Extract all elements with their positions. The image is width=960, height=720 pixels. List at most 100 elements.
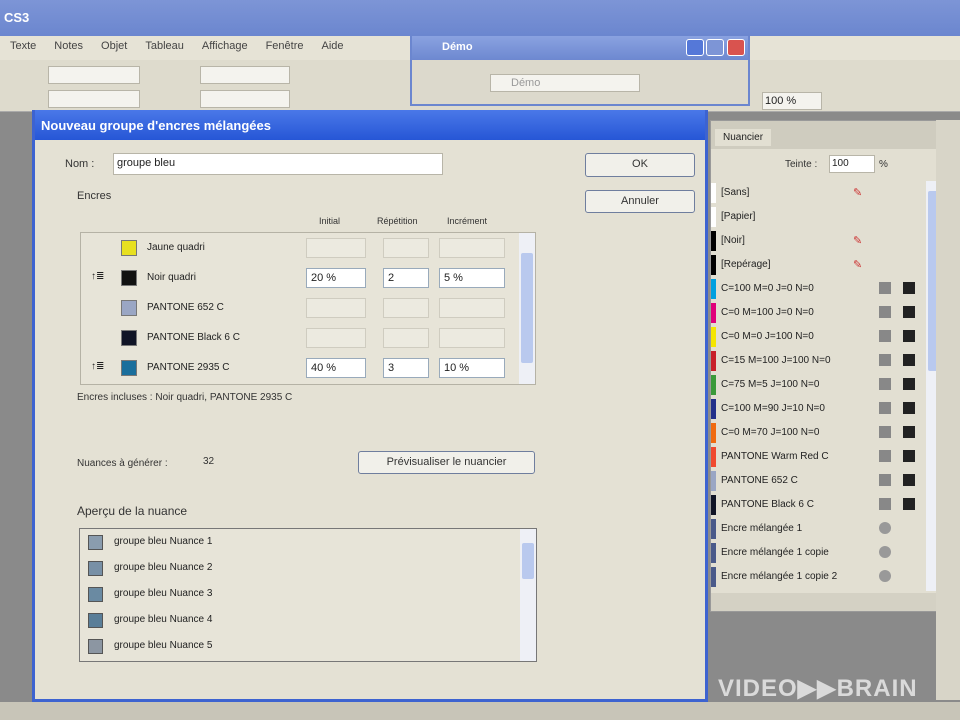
swatch-color bbox=[711, 471, 716, 491]
swatch-list: [Sans] ✎ [Papier] [Noir] ✎ [Repérage] ✎ C=100 M… bbox=[711, 181, 944, 591]
ink-name: Noir quadri bbox=[147, 272, 196, 283]
swatch-item[interactable]: [Papier] bbox=[711, 205, 931, 229]
swatch-color bbox=[711, 255, 716, 275]
ink-initial-field[interactable] bbox=[306, 238, 366, 258]
width-field[interactable] bbox=[200, 66, 290, 84]
menu-texte[interactable]: Texte bbox=[10, 40, 36, 56]
cmyk-icon bbox=[903, 426, 915, 438]
process-icon bbox=[879, 474, 891, 486]
swatch-item[interactable]: Encre mélangée 1 copie bbox=[711, 541, 931, 565]
cancel-button[interactable]: Annuler bbox=[585, 190, 695, 213]
preview-scrollbar[interactable] bbox=[520, 529, 536, 661]
swatch-item[interactable]: C=0 M=0 J=100 N=0 bbox=[711, 325, 931, 349]
path-dropdown[interactable]: Démo bbox=[490, 74, 640, 92]
scroll-thumb[interactable] bbox=[522, 543, 534, 579]
swatch-name: [Repérage] bbox=[721, 259, 771, 270]
preview-name: groupe bleu Nuance 4 bbox=[114, 614, 213, 625]
menu-notes[interactable]: Notes bbox=[54, 40, 83, 56]
process-icon bbox=[879, 354, 891, 366]
swatch-item[interactable]: [Noir] ✎ bbox=[711, 229, 931, 253]
ink-increment-field[interactable]: 10 % bbox=[439, 358, 505, 378]
preview-swatches-button[interactable]: Prévisualiser le nuancier bbox=[358, 451, 535, 474]
height-field[interactable] bbox=[200, 90, 290, 108]
ink-initial-field[interactable] bbox=[306, 298, 366, 318]
swatch-item[interactable]: C=75 M=5 J=100 N=0 bbox=[711, 373, 931, 397]
ink-row[interactable]: PANTONE Black 6 C bbox=[81, 323, 521, 353]
ink-initial-field[interactable]: 40 % bbox=[306, 358, 366, 378]
mixed-ink-group-dialog: Nouveau groupe d'encres mélangées Nom : … bbox=[32, 110, 708, 702]
ink-initial-field[interactable] bbox=[306, 328, 366, 348]
swatch-item[interactable]: PANTONE Warm Red C bbox=[711, 445, 931, 469]
swatch-item[interactable]: PANTONE 652 C bbox=[711, 469, 931, 493]
ink-repeat-field[interactable] bbox=[383, 328, 429, 348]
swatch-item[interactable]: C=15 M=100 J=100 N=0 bbox=[711, 349, 931, 373]
swatch-name: C=0 M=100 J=0 N=0 bbox=[721, 307, 814, 318]
swatch-item[interactable]: C=100 M=90 J=10 N=0 bbox=[711, 397, 931, 421]
swatch-item[interactable]: [Repérage] ✎ bbox=[711, 253, 931, 277]
swatch-item[interactable]: [Sans] ✎ bbox=[711, 181, 931, 205]
menu-affichage[interactable]: Affichage bbox=[202, 40, 248, 56]
ink-row[interactable]: Jaune quadri bbox=[81, 233, 521, 263]
ink-row[interactable]: ↑≣ Noir quadri 20 % 2 5 % bbox=[81, 263, 521, 293]
preview-swatch bbox=[88, 587, 103, 602]
swatch-color bbox=[711, 423, 716, 443]
process-icon bbox=[879, 498, 891, 510]
menu-tableau[interactable]: Tableau bbox=[145, 40, 184, 56]
minimize-button[interactable] bbox=[686, 39, 704, 56]
ink-increment-field[interactable] bbox=[439, 238, 505, 258]
swatch-color bbox=[711, 519, 716, 539]
maximize-button[interactable] bbox=[706, 39, 724, 56]
ink-checkbox[interactable] bbox=[91, 331, 103, 345]
mini-bridge-window: Démo Démo bbox=[410, 34, 750, 106]
ink-increment-field[interactable] bbox=[439, 298, 505, 318]
ink-row[interactable]: PANTONE 652 C bbox=[81, 293, 521, 323]
cmyk-icon bbox=[903, 378, 915, 390]
x-field[interactable] bbox=[48, 66, 140, 84]
tint-input[interactable]: 100 bbox=[829, 155, 875, 173]
cmyk-icon bbox=[903, 498, 915, 510]
ink-row[interactable]: ↑≣ PANTONE 2935 C 40 % 3 10 % bbox=[81, 353, 521, 383]
ink-repeat-field[interactable]: 2 bbox=[383, 268, 429, 288]
ink-checkbox[interactable]: ↑≣ bbox=[91, 361, 104, 375]
ink-name: PANTONE 652 C bbox=[147, 302, 224, 313]
ink-checkbox[interactable]: ↑≣ bbox=[91, 271, 104, 285]
dialog-title: Nouveau groupe d'encres mélangées bbox=[35, 110, 705, 140]
swatch-item[interactable]: C=0 M=70 J=100 N=0 bbox=[711, 421, 931, 445]
menu-fenetre[interactable]: Fenêtre bbox=[266, 40, 304, 56]
swatch-name: [Noir] bbox=[721, 235, 745, 246]
app-title-bar: CS3 bbox=[0, 0, 960, 36]
swatch-item[interactable]: C=0 M=100 J=0 N=0 bbox=[711, 301, 931, 325]
swatch-name: Encre mélangée 1 copie 2 bbox=[721, 571, 838, 582]
menu-aide[interactable]: Aide bbox=[321, 40, 343, 56]
swatch-item[interactable]: C=100 M=0 J=0 N=0 bbox=[711, 277, 931, 301]
ink-increment-field[interactable] bbox=[439, 328, 505, 348]
y-field[interactable] bbox=[48, 90, 140, 108]
ink-checkbox[interactable] bbox=[91, 241, 103, 255]
col-initial: Initial bbox=[319, 216, 341, 226]
preview-name: groupe bleu Nuance 5 bbox=[114, 640, 213, 651]
ink-repeat-field[interactable] bbox=[383, 238, 429, 258]
ok-button[interactable]: OK bbox=[585, 153, 695, 177]
menu-objet[interactable]: Objet bbox=[101, 40, 127, 56]
zoom-field[interactable]: 100 % bbox=[762, 92, 822, 110]
ink-increment-field[interactable]: 5 % bbox=[439, 268, 505, 288]
tab-swatches[interactable]: Nuancier bbox=[715, 129, 772, 146]
swatch-name: C=75 M=5 J=100 N=0 bbox=[721, 379, 820, 390]
scroll-thumb[interactable] bbox=[521, 253, 533, 363]
preview-name: groupe bleu Nuance 3 bbox=[114, 588, 213, 599]
status-bar bbox=[0, 702, 960, 720]
swatch-item[interactable]: Encre mélangée 1 copie 2 bbox=[711, 565, 931, 589]
inks-scrollbar[interactable] bbox=[519, 233, 535, 384]
ink-initial-field[interactable]: 20 % bbox=[306, 268, 366, 288]
swatch-item[interactable]: PANTONE Black 6 C bbox=[711, 493, 931, 517]
swatch-name: [Sans] bbox=[721, 187, 750, 198]
swatch-item[interactable]: Encre mélangée 1 bbox=[711, 517, 931, 541]
ink-repeat-field[interactable] bbox=[383, 298, 429, 318]
ink-repeat-field[interactable]: 3 bbox=[383, 358, 429, 378]
name-input[interactable]: groupe bleu bbox=[113, 153, 443, 175]
cmyk-icon bbox=[903, 402, 915, 414]
process-icon bbox=[879, 306, 891, 318]
ink-checkbox[interactable] bbox=[91, 301, 103, 315]
swatch-name: C=100 M=0 J=0 N=0 bbox=[721, 283, 814, 294]
close-button[interactable] bbox=[727, 39, 745, 56]
